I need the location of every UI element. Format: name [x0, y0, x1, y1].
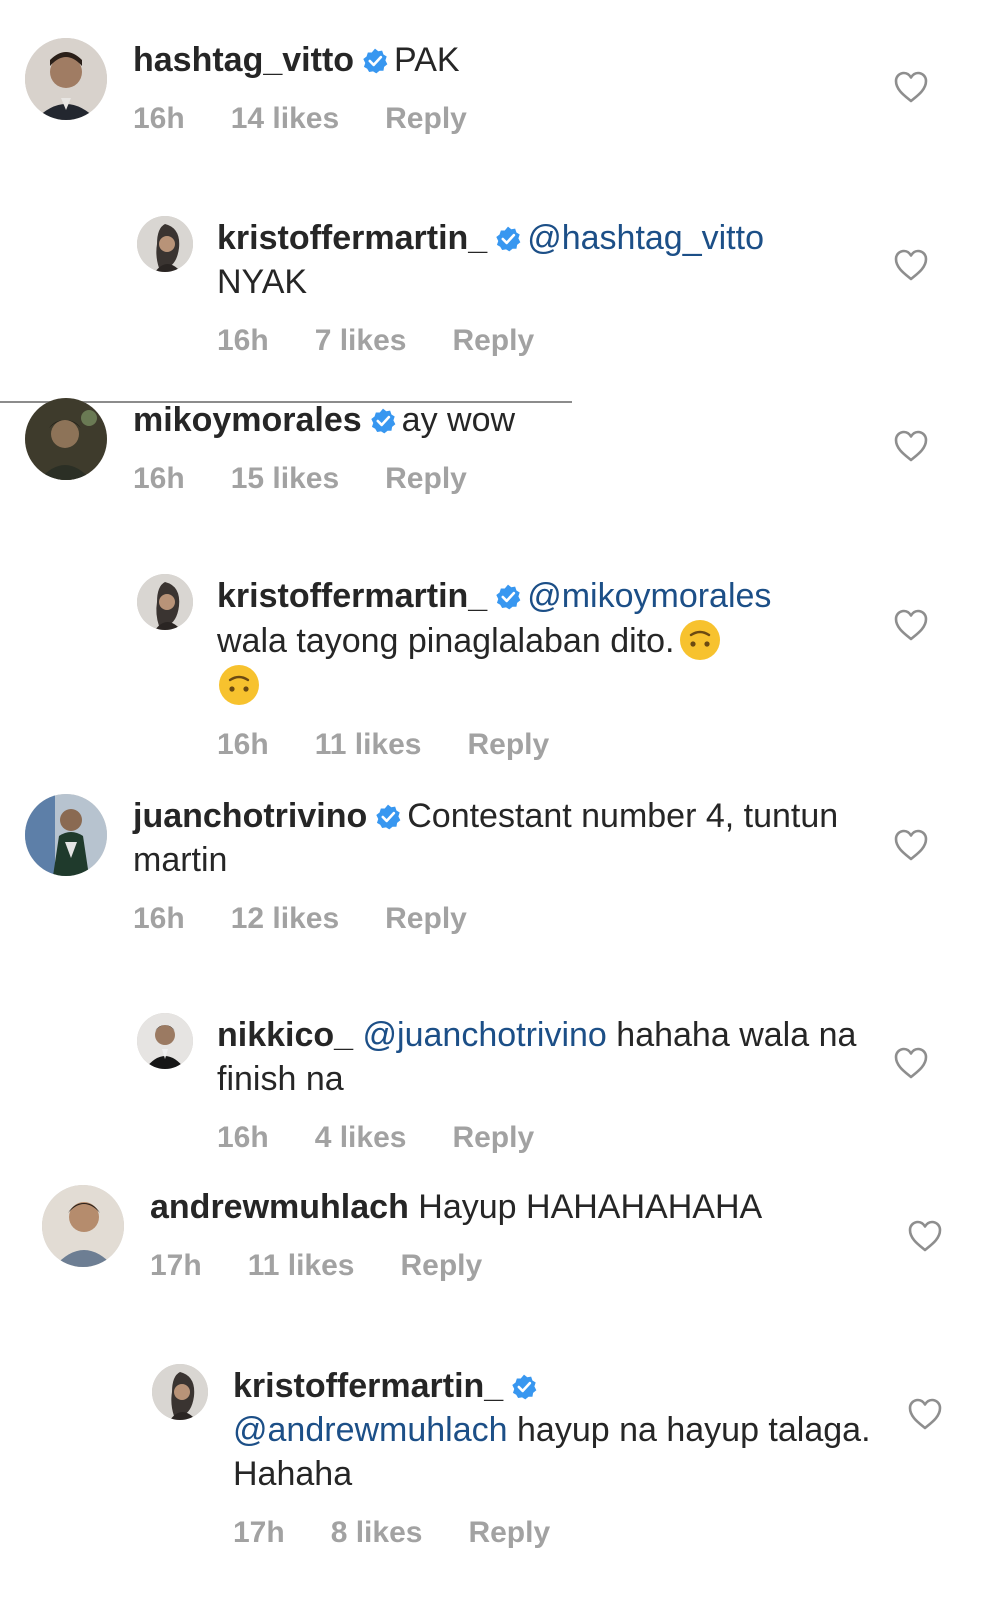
comment-meta: 16h 12 likes Reply [133, 902, 890, 936]
comment-message: ay wow [401, 401, 516, 439]
avatar[interactable] [25, 398, 107, 480]
avatar[interactable] [152, 1364, 208, 1420]
reply-button[interactable]: Reply [385, 462, 467, 496]
verified-badge-icon [370, 408, 396, 434]
heart-outline-icon[interactable] [893, 1046, 929, 1080]
username[interactable]: nikkico_ [217, 1016, 353, 1054]
mention-link[interactable]: @hashtag_vitto [527, 219, 764, 257]
comment-meta: 16h 4 likes Reply [217, 1121, 890, 1155]
timestamp: 17h [233, 1516, 285, 1549]
username[interactable]: kristoffermartin_ [217, 219, 487, 257]
username[interactable]: hashtag_vitto [133, 41, 354, 79]
comment-meta: 17h 8 likes Reply [233, 1516, 890, 1550]
likes-count[interactable]: 12 likes [231, 902, 339, 936]
reply-button[interactable]: Reply [468, 1516, 550, 1550]
timestamp: 16h [217, 728, 269, 761]
timestamp: 17h [150, 1249, 202, 1282]
username[interactable]: mikoymorales [133, 401, 362, 439]
timestamp: 16h [133, 462, 185, 495]
reply-button[interactable]: Reply [385, 102, 467, 136]
username[interactable]: juanchotrivino [133, 797, 367, 835]
verified-badge-icon [511, 1374, 537, 1400]
mention-link[interactable]: @mikoymorales [527, 577, 771, 615]
avatar[interactable] [137, 574, 193, 630]
verified-badge-icon [495, 584, 521, 610]
avatar[interactable] [25, 38, 107, 120]
heart-outline-icon[interactable] [893, 429, 929, 463]
reply-button[interactable]: Reply [385, 902, 467, 936]
username[interactable]: andrewmuhlach [150, 1188, 409, 1226]
comment-text: juanchotrivino Contestant number 4, tuntu… [133, 794, 890, 882]
comment-text: andrewmuhlach Hayup HAHAHAHAHA [150, 1185, 890, 1229]
comment-text: kristoffermartin_ @andrewmuhlach hayup n… [233, 1364, 890, 1496]
upside-down-face-emoji-icon [678, 618, 722, 662]
avatar[interactable] [42, 1185, 124, 1267]
comments-page: hashtag_vitto PAK 16h 14 likes Reply kris… [0, 0, 1000, 1603]
username[interactable]: kristoffermartin_ [233, 1367, 503, 1405]
comment-text: nikkico_ @juanchotrivino hahaha wala na … [217, 1013, 890, 1101]
avatar[interactable] [25, 794, 107, 876]
comment-meta: 16h 7 likes Reply [217, 324, 890, 358]
username[interactable]: kristoffermartin_ [217, 577, 487, 615]
heart-outline-icon[interactable] [893, 828, 929, 862]
heart-outline-icon[interactable] [893, 70, 929, 104]
likes-count[interactable]: 8 likes [331, 1516, 423, 1550]
timestamp: 16h [133, 102, 185, 135]
likes-count[interactable]: 7 likes [315, 324, 407, 358]
reply-button[interactable]: Reply [467, 728, 549, 762]
likes-count[interactable]: 4 likes [315, 1121, 407, 1155]
verified-badge-icon [362, 48, 388, 74]
upside-down-face-emoji-icon [217, 663, 261, 707]
likes-count[interactable]: 11 likes [315, 728, 422, 762]
mention-link[interactable]: @andrewmuhlach [233, 1411, 508, 1449]
comment-text: kristoffermartin_ @mikoymorales wala tayo… [217, 574, 890, 708]
comment-meta: 17h 11 likes Reply [150, 1249, 890, 1283]
timestamp: 16h [217, 324, 269, 357]
comment-text: hashtag_vitto PAK [133, 38, 890, 82]
comment-text: kristoffermartin_ @hashtag_vitto NYAK [217, 216, 890, 304]
avatar[interactable] [137, 1013, 193, 1069]
heart-outline-icon[interactable] [893, 608, 929, 642]
likes-count[interactable]: 14 likes [231, 102, 339, 136]
avatar[interactable] [137, 216, 193, 272]
comment-meta: 16h 15 likes Reply [133, 462, 890, 496]
heart-outline-icon[interactable] [893, 248, 929, 282]
comment-message: PAK [394, 41, 460, 79]
verified-badge-icon [375, 804, 401, 830]
likes-count[interactable]: 15 likes [231, 462, 339, 496]
reply-button[interactable]: Reply [452, 1121, 534, 1155]
timestamp: 16h [217, 1121, 269, 1154]
comment-message: NYAK [217, 263, 308, 301]
timestamp: 16h [133, 902, 185, 935]
comment-meta: 16h 14 likes Reply [133, 102, 890, 136]
comment-message: wala tayong pinaglalaban dito. [217, 622, 675, 660]
mention-link[interactable]: @juanchotrivino [363, 1016, 607, 1054]
heart-outline-icon[interactable] [907, 1397, 943, 1431]
comment-text: mikoymorales ay wow [133, 398, 890, 442]
comment-message: Hayup HAHAHAHAHA [418, 1188, 763, 1226]
reply-button[interactable]: Reply [400, 1249, 482, 1283]
likes-count[interactable]: 11 likes [248, 1249, 355, 1283]
heart-outline-icon[interactable] [907, 1219, 943, 1253]
reply-button[interactable]: Reply [452, 324, 534, 358]
verified-badge-icon [495, 226, 521, 252]
comment-meta: 16h 11 likes Reply [217, 728, 890, 762]
